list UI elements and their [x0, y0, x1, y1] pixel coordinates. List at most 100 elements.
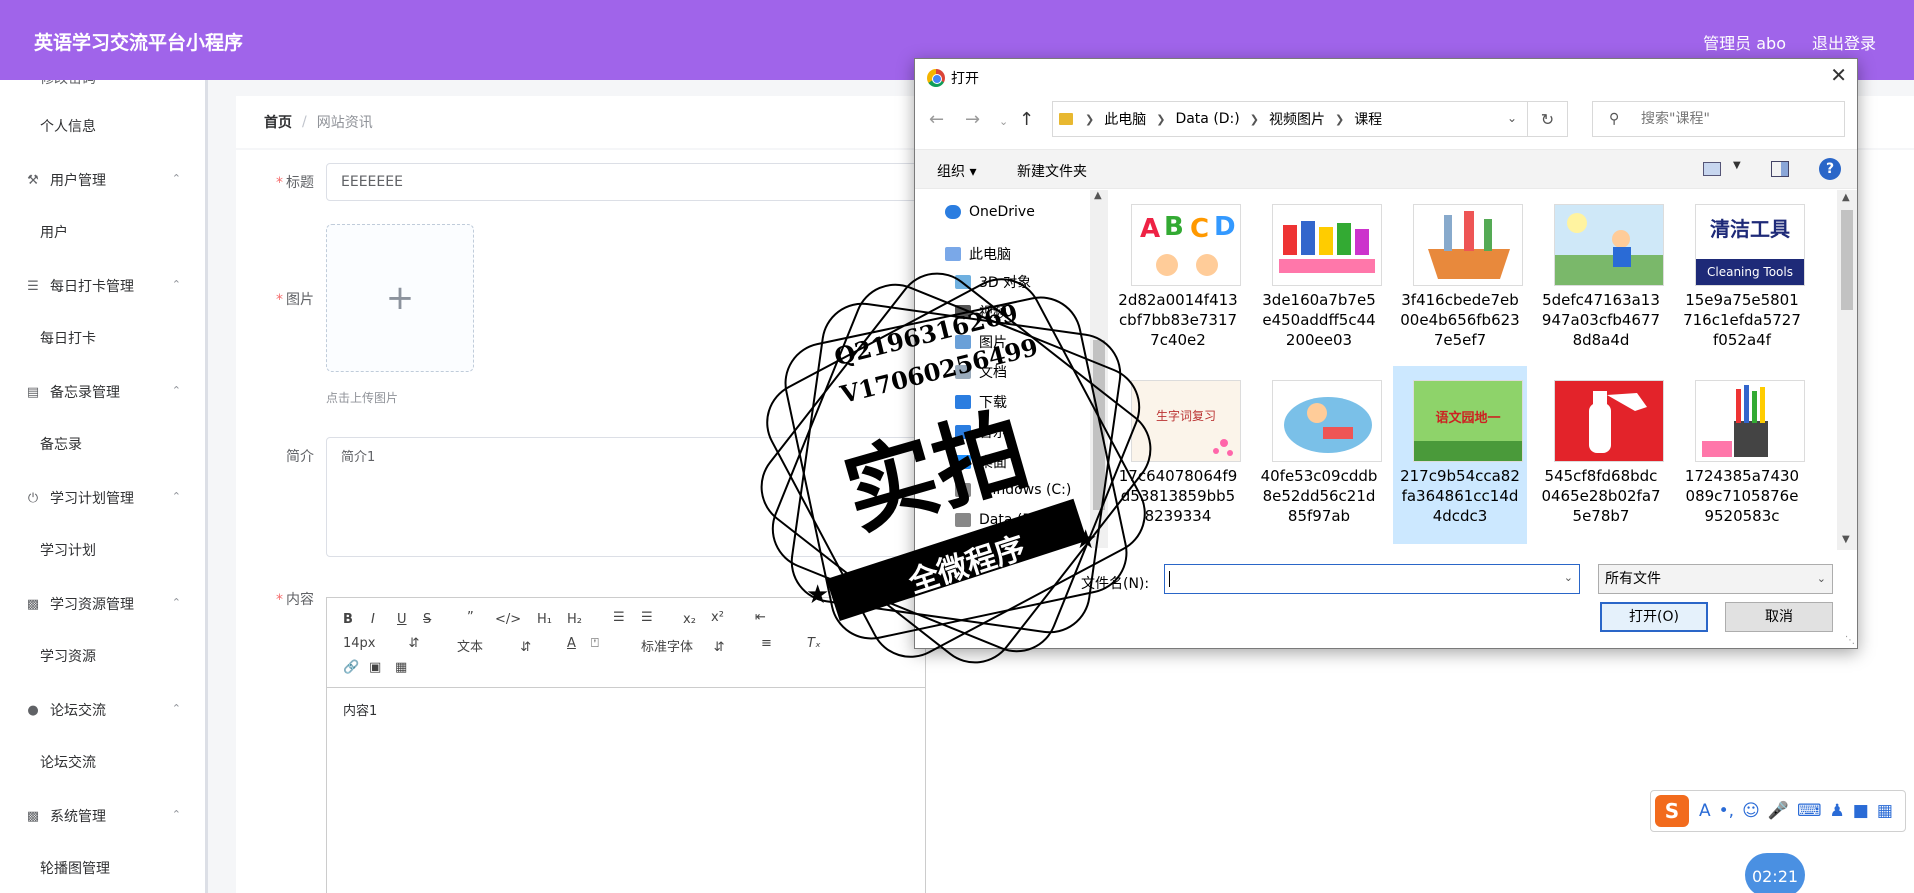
- punctuation-icon[interactable]: •,: [1719, 801, 1734, 821]
- font-family-select[interactable]: 标准字体 ⇵: [641, 636, 725, 655]
- path-segment[interactable]: 课程: [1354, 109, 1382, 129]
- nav-item-drive-d[interactable]: Data (D:): [955, 512, 1043, 528]
- nav-item-this-pc[interactable]: 此电脑: [945, 244, 1011, 264]
- sidebar-group-system-manage[interactable]: ▩ 系统管理 ⌃: [0, 796, 205, 836]
- sidebar-item-resource[interactable]: 学习资源: [40, 646, 96, 666]
- scroll-up-icon[interactable]: ▲: [1094, 190, 1102, 201]
- path-segment[interactable]: 此电脑: [1104, 109, 1146, 129]
- chevron-down-icon[interactable]: ⌄: [1507, 111, 1517, 125]
- subscript-button[interactable]: x₂: [683, 612, 696, 627]
- sidebar-item-forum[interactable]: 论坛交流: [40, 752, 96, 772]
- image-insert-icon[interactable]: ▣: [369, 660, 381, 675]
- path-segment[interactable]: Data (D:): [1175, 111, 1239, 127]
- image-upload-button[interactable]: +: [326, 224, 474, 372]
- sidebar-group-forum[interactable]: ● 论坛交流 ⌃: [0, 690, 205, 730]
- sidebar-group-checkin-manage[interactable]: ☰ 每日打卡管理 ⌃: [0, 266, 205, 306]
- nav-item-desktop[interactable]: 桌面: [955, 452, 1007, 472]
- open-button[interactable]: 打开(O): [1600, 602, 1708, 632]
- grid-menu-icon[interactable]: ▦: [1877, 801, 1893, 821]
- new-folder-button[interactable]: 新建文件夹: [1017, 161, 1087, 181]
- editor-content[interactable]: 内容1: [343, 700, 377, 719]
- search-input[interactable]: ⚲ 搜索"课程": [1592, 101, 1845, 137]
- nav-item-drive-c[interactable]: Windows (C:): [955, 482, 1071, 498]
- nav-item-videos[interactable]: 视频: [955, 302, 1007, 322]
- up-arrow-icon[interactable]: ↑: [1019, 109, 1034, 130]
- sogou-logo-icon[interactable]: S: [1655, 795, 1689, 827]
- cancel-button[interactable]: 取消: [1725, 602, 1833, 632]
- file-tile[interactable]: 清洁工具 Cleaning Tools 15e9a75e5801716c1efd…: [1675, 190, 1809, 368]
- bullet-list-icon[interactable]: ☰: [641, 610, 653, 625]
- refresh-icon[interactable]: ↻: [1527, 102, 1567, 136]
- video-insert-icon[interactable]: ▦: [395, 660, 407, 675]
- heading2-button[interactable]: H₂: [567, 612, 582, 627]
- sidebar-item-personal-info[interactable]: 个人信息: [40, 116, 96, 136]
- resize-grip-icon[interactable]: ⋱: [1845, 635, 1855, 646]
- view-dropdown-icon[interactable]: ▼: [1733, 160, 1741, 171]
- scroll-thumb[interactable]: [1093, 340, 1105, 510]
- nav-item-onedrive[interactable]: OneDrive: [945, 204, 1035, 220]
- nav-item-downloads[interactable]: 下载: [955, 392, 1007, 412]
- sidebar-item-checkin[interactable]: 每日打卡: [40, 328, 96, 348]
- ordered-list-icon[interactable]: ☰: [613, 610, 625, 625]
- clear-format-icon[interactable]: Tₓ: [807, 636, 821, 651]
- nav-scrollbar[interactable]: ▲: [1090, 190, 1108, 548]
- breadcrumb-home[interactable]: 首页: [264, 112, 292, 132]
- help-icon[interactable]: ?: [1819, 158, 1841, 180]
- scroll-down-icon[interactable]: ▼: [1842, 534, 1850, 545]
- file-tile[interactable]: ABCD 2d82a0014f413cbf7bb83e73177c40e2: [1111, 190, 1245, 368]
- heading1-button[interactable]: H₁: [537, 612, 552, 627]
- underline-button[interactable]: U: [397, 612, 407, 627]
- strikethrough-button[interactable]: S: [423, 612, 431, 627]
- preview-pane-icon[interactable]: [1771, 161, 1789, 177]
- forward-arrow-icon[interactable]: →: [965, 109, 980, 130]
- skin-shirt-icon[interactable]: ■: [1853, 801, 1869, 821]
- filename-input[interactable]: ⌄: [1164, 564, 1580, 594]
- block-type-select[interactable]: 文本 ⇵: [457, 636, 531, 655]
- file-tile[interactable]: 40fe53c09cddb8e52dd56c21d85f97ab: [1252, 366, 1386, 544]
- file-tile[interactable]: 1724385a7430089c7105876e9520583c: [1675, 366, 1809, 544]
- font-a-icon[interactable]: A: [1699, 801, 1711, 821]
- logout-link[interactable]: 退出登录: [1812, 30, 1876, 54]
- nav-item-documents[interactable]: 文档: [955, 362, 1007, 382]
- font-size-select[interactable]: 14px ⇵: [343, 636, 419, 651]
- sidebar-item-carousel[interactable]: 轮播图管理: [40, 858, 110, 878]
- nav-item-pictures[interactable]: 图片: [955, 332, 1007, 352]
- path-segment[interactable]: 视频图片: [1269, 109, 1325, 129]
- keyboard-icon[interactable]: ⌨: [1797, 801, 1822, 821]
- scroll-thumb[interactable]: [1841, 210, 1853, 310]
- organize-button[interactable]: 组织 ▾: [937, 161, 976, 181]
- font-color-button[interactable]: A: [567, 636, 576, 651]
- superscript-button[interactable]: x²: [711, 610, 724, 625]
- file-tile[interactable]: 3de160a7b7e5e450addff5c44200ee03: [1252, 190, 1386, 368]
- sidebar-group-resource-manage[interactable]: ▩ 学习资源管理 ⌃: [0, 584, 205, 624]
- quote-icon[interactable]: ”: [467, 610, 474, 625]
- code-icon[interactable]: </>: [495, 612, 521, 627]
- background-color-button[interactable]: ⍞: [591, 636, 599, 651]
- nav-item-3d-objects[interactable]: 3D 对象: [955, 272, 1031, 292]
- close-icon[interactable]: ✕: [1830, 63, 1847, 87]
- file-tile[interactable]: 5defc47163a13947a03cfb46778d8a4d: [1534, 190, 1668, 368]
- emoji-icon[interactable]: ☺: [1742, 801, 1760, 821]
- file-scrollbar[interactable]: ▲ ▼: [1837, 190, 1857, 550]
- file-tile[interactable]: 生字词复习 17c64078064f9d53813859bb58239334: [1111, 366, 1245, 544]
- user-icon[interactable]: ♟: [1830, 801, 1845, 821]
- scroll-up-icon[interactable]: ▲: [1842, 192, 1850, 203]
- file-tile-selected[interactable]: 语文园地一 217c9b54cca82fa364861cc14d4dcdc3: [1393, 366, 1527, 544]
- back-arrow-icon[interactable]: ←: [929, 109, 944, 130]
- sidebar-item-plan[interactable]: 学习计划: [40, 540, 96, 560]
- align-icon[interactable]: ≡: [761, 636, 772, 651]
- sidebar-group-memo-manage[interactable]: ▤ 备忘录管理 ⌃: [0, 372, 205, 412]
- sidebar-group-user-manage[interactable]: ⚒ 用户管理 ⌃: [0, 160, 205, 200]
- sidebar-item-change-password[interactable]: 修改密码: [40, 80, 96, 88]
- chevron-down-icon[interactable]: ⌄: [1564, 571, 1573, 584]
- link-icon[interactable]: 🔗: [343, 660, 359, 675]
- outdent-icon[interactable]: ⇤: [755, 610, 766, 625]
- file-tile[interactable]: 3f416cbede7eb00e4b656fb6237e5ef7: [1393, 190, 1527, 368]
- file-tile[interactable]: 545cf8fd68bdc0465e28b02fa75e78b7: [1534, 366, 1668, 544]
- view-icon[interactable]: [1703, 162, 1721, 176]
- recent-dropdown-icon[interactable]: ⌄: [999, 115, 1008, 128]
- italic-button[interactable]: I: [371, 612, 375, 627]
- sidebar-item-memo[interactable]: 备忘录: [40, 434, 82, 454]
- filetype-select[interactable]: 所有文件 ⌄: [1598, 564, 1833, 594]
- sidebar-item-user[interactable]: 用户: [40, 222, 68, 242]
